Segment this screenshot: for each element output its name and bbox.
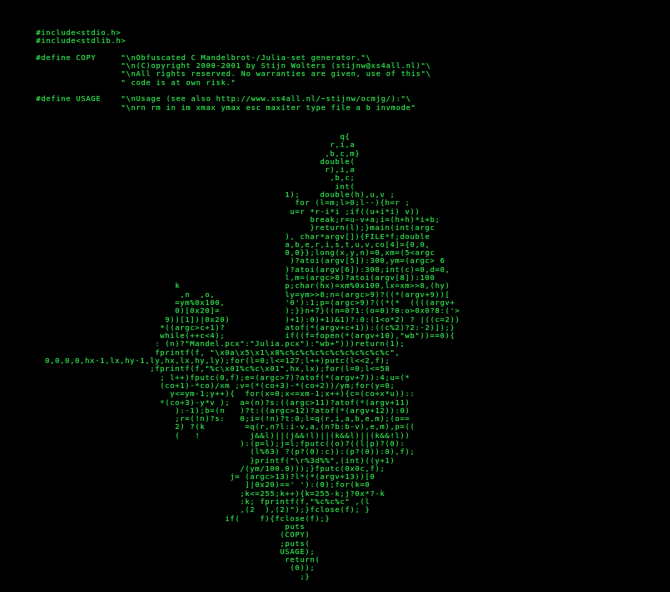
header-line: "\nrn rm in im xmax ymax esc maxiter typ… xyxy=(36,102,416,112)
source-header: #include<stdio.h> #include<stdlib.h> #de… xyxy=(36,28,431,112)
header-line: #include<stdlib.h> xyxy=(36,36,126,46)
mandelbrot-ascii-art: q{ r,i,a ,b,c,m} double(r),i,a ,b,c; in… xyxy=(40,132,460,581)
art-line: ;} xyxy=(40,571,310,581)
header-line: " code is at own risk." xyxy=(36,77,236,87)
terminal-screen: #include<stdio.h> #include<stdlib.h> #de… xyxy=(0,0,670,592)
